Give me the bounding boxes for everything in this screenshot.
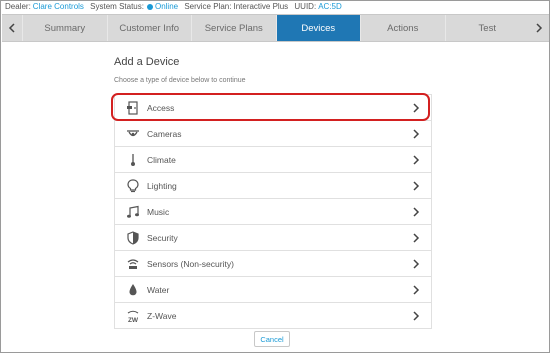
tab-summary[interactable]: Summary [22,15,107,41]
water-drop-icon [125,283,141,297]
camera-icon [125,127,141,141]
uuid-value[interactable]: AC:5D [318,2,342,11]
status-bar: Dealer: Clare Controls System Status: Onli… [1,1,549,13]
device-row-security[interactable]: Security [114,225,432,251]
lightbulb-icon [125,178,141,193]
device-row-zwave[interactable]: ZW Z-Wave [114,303,432,329]
service-plan-value: Interactive Plus [233,2,289,11]
tab-actions[interactable]: Actions [360,15,445,41]
chevron-right-icon [409,231,423,245]
shield-icon [125,230,141,245]
device-row-sensors[interactable]: Sensors (Non-security) [114,251,432,277]
tabs-prev-button[interactable] [2,15,22,41]
device-label: Z-Wave [147,310,177,321]
chevron-right-icon [409,309,423,323]
chevron-right-icon [409,257,423,271]
dealer-link[interactable]: Clare Controls [33,2,84,11]
device-type-list: Access Cameras Climate Lighting Music Se… [114,94,432,329]
tab-service-plans[interactable]: Service Plans [191,15,276,41]
device-label: Sensors (Non-security) [147,258,234,269]
device-row-cameras[interactable]: Cameras [114,121,432,147]
device-row-access[interactable]: Access [114,95,432,121]
chevron-right-icon [409,101,423,115]
tab-test[interactable]: Test [444,15,530,41]
thermometer-icon [125,153,141,167]
tab-customer-info[interactable]: Customer Info [106,15,192,41]
device-row-water[interactable]: Water [114,277,432,303]
panel-subtitle: Choose a type of device below to continu… [114,77,246,84]
uuid-label: UUID: [294,2,317,11]
device-label: Security [147,232,178,243]
door-lock-icon [125,100,141,115]
service-plan-label: Service Plan: [184,2,232,11]
add-device-panel: Add a Device Choose a type of device bel… [114,51,434,329]
system-status-value: Online [154,2,179,11]
chevron-right-icon [409,205,423,219]
device-row-lighting[interactable]: Lighting [114,173,432,199]
device-label: Climate [147,154,176,165]
zwave-icon-text: ZW [128,317,139,323]
chevron-right-icon [536,23,543,33]
chevron-left-icon [8,23,15,33]
system-status-label: System Status: [90,2,144,11]
panel-title: Add a Device [114,56,180,68]
chevron-right-icon [409,127,423,141]
tabs-next-button[interactable] [529,15,549,41]
device-label: Cameras [147,128,182,139]
tab-devices[interactable]: Devices [275,15,360,41]
cancel-button[interactable]: Cancel [254,331,290,347]
device-label: Access [147,102,175,113]
device-label: Music [147,206,170,217]
zwave-icon: ZW [125,309,141,323]
tab-bar: Summary Customer Info Service Plans Devi… [2,14,549,42]
device-label: Water [147,284,170,295]
app-frame: Dealer: Clare Controls System Status: Onli… [0,0,550,353]
music-note-icon [125,205,141,219]
device-label: Lighting [147,180,177,191]
device-row-music[interactable]: Music [114,199,432,225]
dealer-label: Dealer: [5,2,31,11]
chevron-right-icon [409,153,423,167]
chevron-right-icon [409,179,423,193]
chevron-right-icon [409,283,423,297]
online-status-dot-icon [146,4,153,10]
sensor-icon [125,257,141,271]
device-row-climate[interactable]: Climate [114,147,432,173]
